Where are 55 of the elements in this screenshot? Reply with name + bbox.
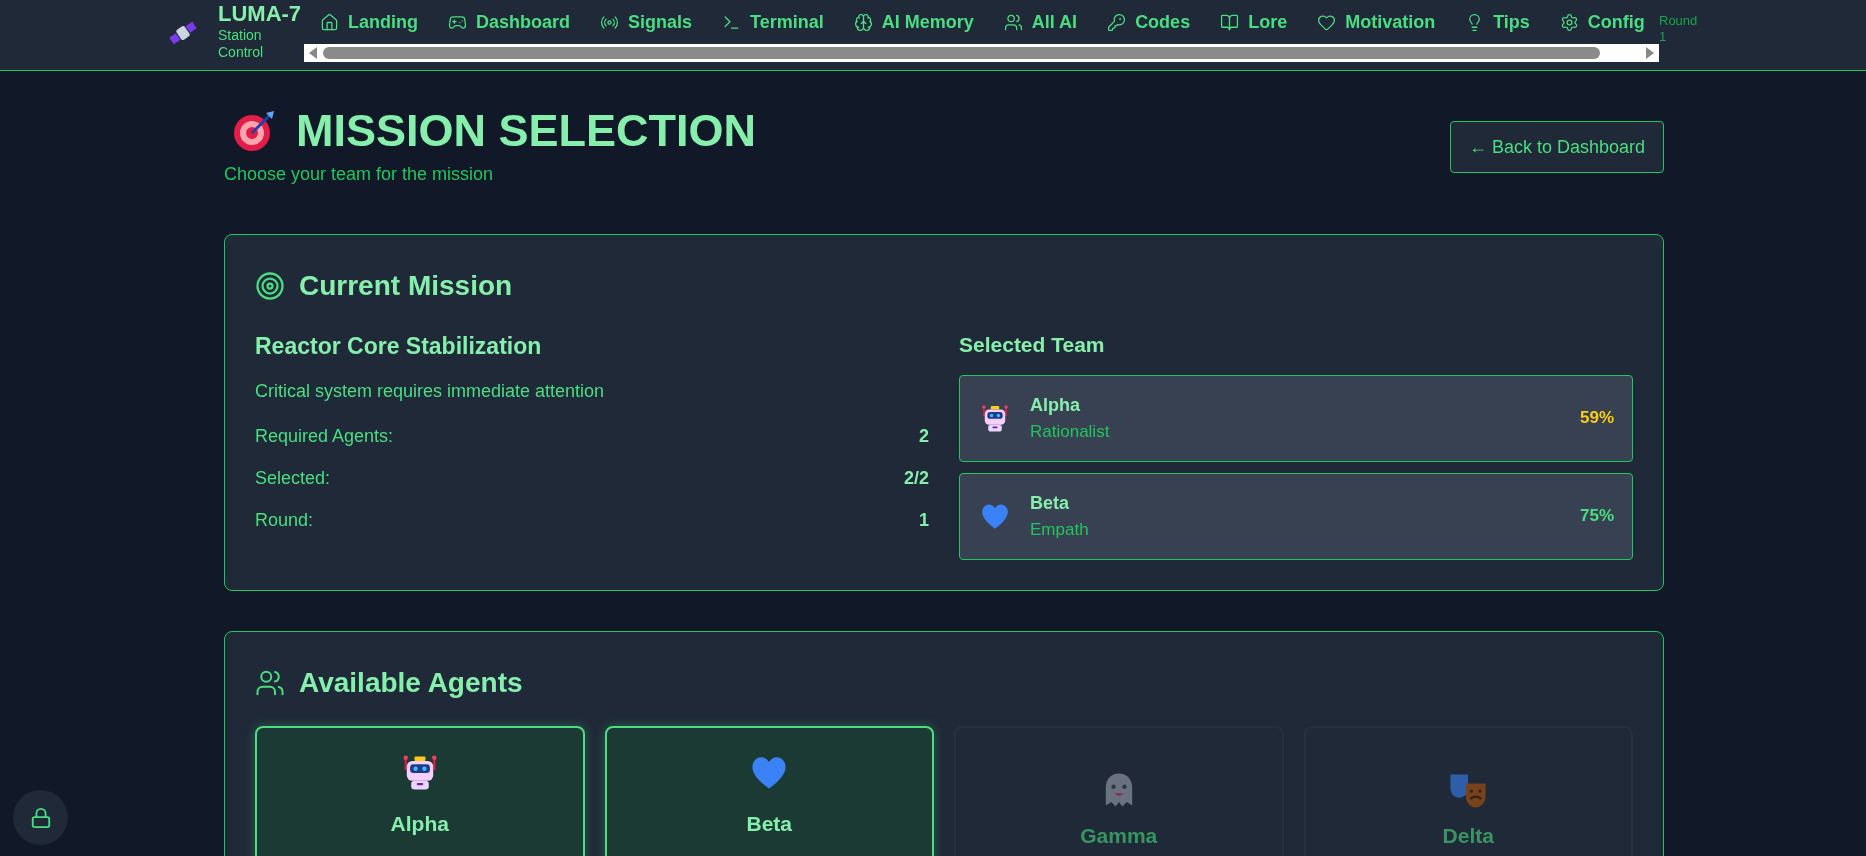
brain-icon xyxy=(853,12,873,32)
agent-card[interactable]: Delta xyxy=(1303,725,1633,856)
nav-link[interactable]: Codes xyxy=(1107,8,1191,36)
users-icon xyxy=(1003,12,1023,32)
selected-team-heading: Selected Team xyxy=(959,332,1106,358)
nav-link[interactable]: Tips xyxy=(1465,8,1530,36)
member-role: Rationalist xyxy=(1030,420,1111,443)
agent-card[interactable]: Alpha xyxy=(255,725,585,856)
section-heading: Available Agents xyxy=(299,665,523,700)
scroll-left-arrow-icon[interactable] xyxy=(308,47,318,59)
member-name: Alpha xyxy=(1030,393,1081,417)
agent-name: Gamma xyxy=(1080,822,1158,849)
round-indicator: Round 1 xyxy=(1659,13,1699,45)
page-subtitle: Choose your team for the mission xyxy=(224,163,495,186)
mission-name: Reactor Core Stabilization xyxy=(255,332,543,361)
lock-icon xyxy=(29,806,52,829)
agent-card[interactable]: Gamma xyxy=(954,725,1284,856)
stat-value: 1 xyxy=(919,508,929,532)
stat-value: 2 xyxy=(919,424,929,448)
member-role: Empath xyxy=(1030,518,1090,541)
settings-icon xyxy=(1559,12,1579,32)
house-icon xyxy=(320,12,339,32)
member-name: Beta xyxy=(1030,491,1070,515)
stat-value: 2/2 xyxy=(903,466,929,490)
stat-label: Selected: xyxy=(255,466,331,490)
nav-link[interactable]: AI Memory xyxy=(853,8,974,36)
nav-link[interactable]: Terminal xyxy=(722,8,824,36)
back-button[interactable]: ← Back to Dashboard xyxy=(1449,121,1664,173)
mission-description: Critical system requires immediate attention xyxy=(255,379,606,403)
heart-icon xyxy=(1317,12,1337,32)
agent-name: Beta xyxy=(746,810,792,837)
target-icon xyxy=(255,271,285,301)
section-heading: Current Mission xyxy=(299,269,513,303)
agent-name: Delta xyxy=(1442,822,1494,849)
agent-card[interactable]: Beta xyxy=(604,725,934,856)
member-score: 75% xyxy=(1579,505,1614,528)
book-icon xyxy=(1220,12,1240,32)
target-dart-icon xyxy=(232,109,276,153)
page-title: MISSION SELECTION xyxy=(296,105,757,157)
nav-link[interactable]: Dashboard xyxy=(448,8,571,36)
stat-label: Required Agents: xyxy=(255,424,394,448)
nav-link[interactable]: Config xyxy=(1559,8,1645,36)
agent-name: Alpha xyxy=(390,810,449,837)
nav-link[interactable]: Landing xyxy=(320,8,418,36)
horizontal-scrollbar[interactable] xyxy=(304,44,1659,62)
member-score: 59% xyxy=(1579,407,1614,430)
nav-link[interactable]: Signals xyxy=(600,8,693,36)
nav-link[interactable]: Lore xyxy=(1220,8,1288,36)
nav-link[interactable]: Motivation xyxy=(1317,8,1436,36)
nav-link[interactable]: All AI xyxy=(1003,8,1078,36)
brand-title: LUMA-7 xyxy=(218,1,303,27)
key-icon xyxy=(1107,12,1127,32)
stat-label: Round: xyxy=(255,508,314,532)
brand-subtitle: Station Control xyxy=(218,27,265,61)
scroll-right-arrow-icon[interactable] xyxy=(1645,47,1655,59)
